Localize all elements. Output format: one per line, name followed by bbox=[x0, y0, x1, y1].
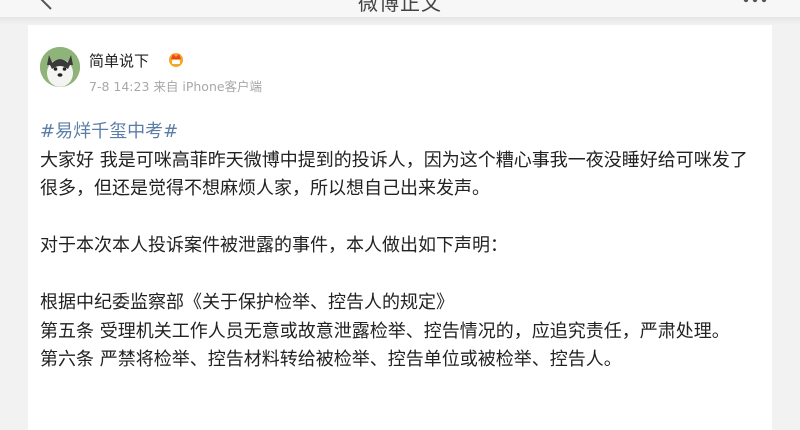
post-paragraph: 大家好 我是可咪高菲昨天微博中提到的投诉人，因为这个糟心事我一夜没睡好给可咪发了… bbox=[40, 149, 748, 200]
post-paragraph: 第六条 严禁将检举、控告材料转给被检举、控告单位或被检举、控告人。 bbox=[40, 349, 622, 370]
header-divider bbox=[0, 17, 800, 25]
post-paragraph: 第五条 受理机关工作人员无意或故意泄露检举、控告情况的，应追究责任，严肃处理。 bbox=[40, 320, 730, 342]
page-title: 微博正文 bbox=[358, 0, 442, 15]
post-paragraph: 根据中纪委监察部《关于保护检举、控告人的规定》 bbox=[40, 292, 454, 313]
post-paragraph: 对于本次本人投诉案件被泄露的事件，本人做出如下声明： bbox=[40, 235, 508, 256]
crown-badge-icon bbox=[167, 50, 185, 68]
avatar[interactable] bbox=[40, 47, 80, 87]
ellipsis-icon bbox=[743, 0, 767, 7]
post-body: #易烊千玺中考# 大家好 我是可咪高菲昨天微博中提到的投诉人，因为这个糟心事我一… bbox=[40, 118, 765, 375]
author-name[interactable]: 简单说下 bbox=[89, 50, 149, 71]
top-navigation-bar: 微博正文 bbox=[0, 0, 800, 17]
topic-hashtag-link[interactable]: #易烊千玺中考# bbox=[40, 118, 765, 147]
more-button[interactable] bbox=[740, 0, 770, 12]
post-meta: 7-8 14:23 来自 iPhone客户端 bbox=[89, 79, 263, 94]
post-card: 简单说下 7-8 14:23 来自 iPhone客户端 #易烊千玺中考# 大家好… bbox=[28, 25, 772, 430]
